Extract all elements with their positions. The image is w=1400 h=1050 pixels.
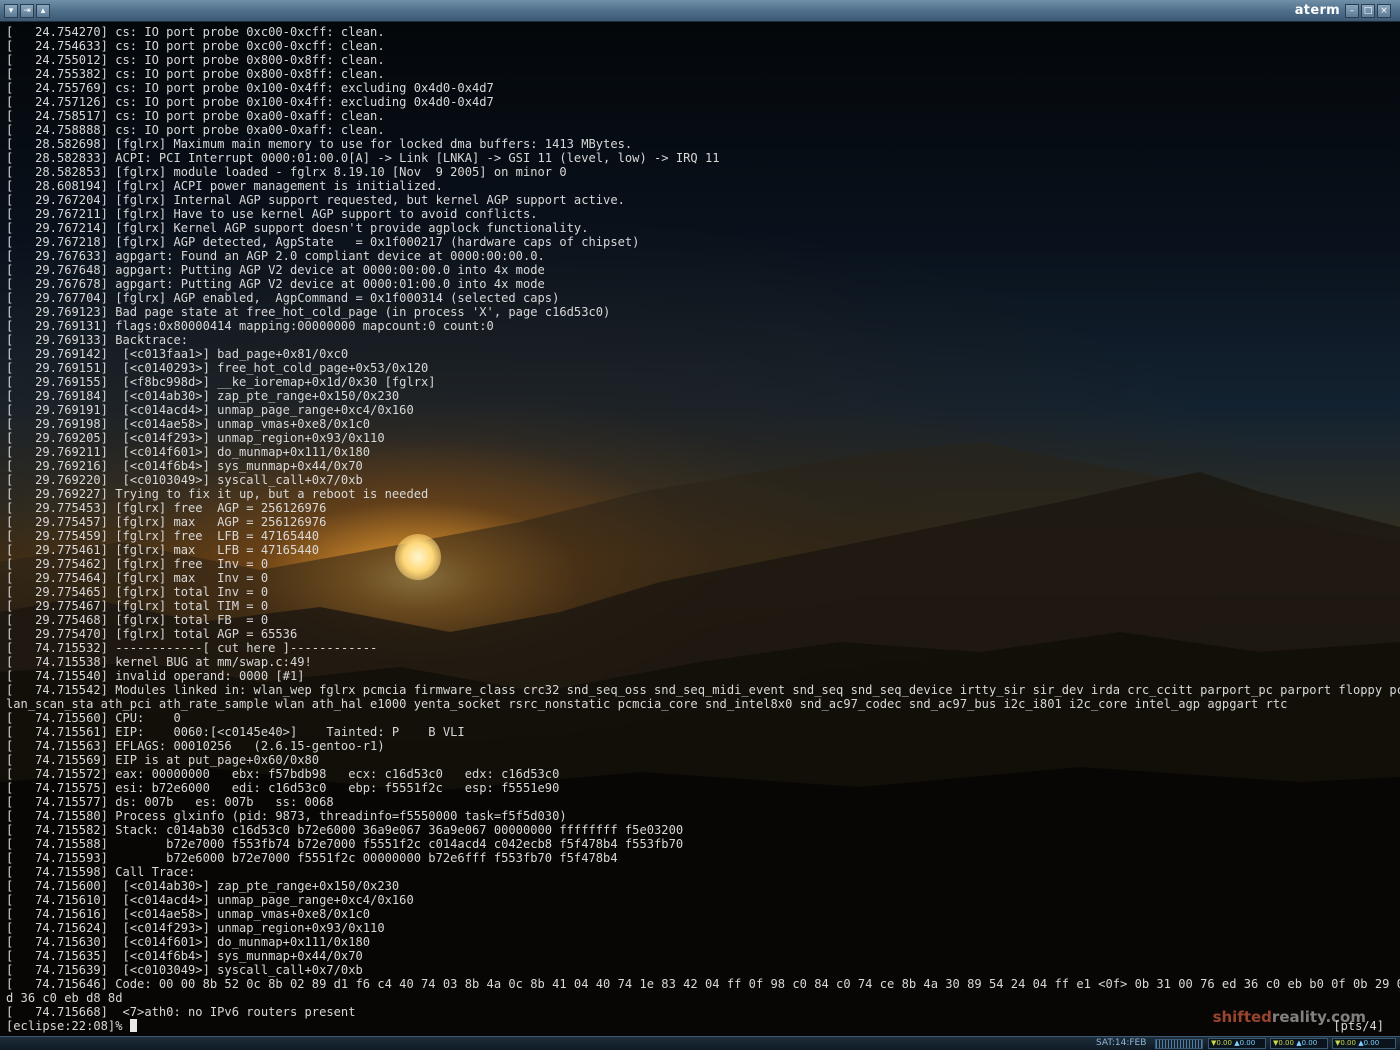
terminal-line: [ 74.715616] [<c014ae58>] unmap_vmas+0xe… — [6, 907, 371, 921]
terminal-line: [ 29.769220] [<c0103049>] syscall_call+0… — [6, 473, 363, 487]
terminal-line: [ 74.715635] [<c014f6b4>] sys_munmap+0x4… — [6, 949, 363, 963]
terminal-line: [ 74.715563] EFLAGS: 00010256 (2.6.15-ge… — [6, 739, 385, 753]
terminal-line: [ 29.767218] [fglrx] AGP detected, AgpSt… — [6, 235, 640, 249]
terminal-line: [ 29.767214] [fglrx] Kernel AGP support … — [6, 221, 589, 235]
terminal-line: [ 74.715668] <7>ath0: no IPv6 routers pr… — [6, 1005, 356, 1019]
net-meter-down: ▼0.00 — [1273, 1039, 1294, 1047]
terminal-output[interactable]: [ 24.754270] cs: IO port probe 0xc00-0xc… — [6, 25, 1400, 1033]
terminal-line: [ 29.767704] [fglrx] AGP enabled, AgpCom… — [6, 291, 560, 305]
terminal-line: [ 29.769151] [<c0140293>] free_hot_cold_… — [6, 361, 429, 375]
shell-prompt: [eclipse:22:08]% — [6, 1019, 130, 1033]
bottom-panel: SAT:14:FEB ▼0.00 ▲0.00 ▼0.00 ▲0.00 ▼0.00… — [0, 1036, 1400, 1050]
terminal-line: [ 29.775470] [fglrx] total AGP = 65536 — [6, 627, 298, 641]
terminal-line: [ 74.715598] Call Trace: — [6, 865, 196, 879]
terminal-line: [ 74.715593] b72e6000 b72e7000 f5551f2c … — [6, 851, 618, 865]
terminal-area[interactable]: [ 24.754270] cs: IO port probe 0xc00-0xc… — [0, 22, 1400, 1036]
terminal-line: d 36 c0 eb d8 8d — [6, 991, 123, 1005]
terminal-line: [ 74.715540] invalid operand: 0000 [#1] — [6, 669, 305, 683]
terminal-line: [ 29.769205] [<c014f293>] unmap_region+0… — [6, 431, 385, 445]
terminal-line: [ 74.715588] b72e7000 f553fb74 b72e7000 … — [6, 837, 684, 851]
terminal-line: [ 74.715582] Stack: c014ab30 c16d53c0 b7… — [6, 823, 684, 837]
terminal-line: [ 28.582853] [fglrx] module loaded - fgl… — [6, 165, 567, 179]
terminal-line: [ 29.775459] [fglrx] free LFB = 47165440 — [6, 529, 320, 543]
window-titlebar[interactable]: ▾ ⇥ ▴ aterm – □ × — [0, 0, 1400, 22]
terminal-line: [ 24.757126] cs: IO port probe 0x100-0x4… — [6, 95, 494, 109]
terminal-line: [ 74.715561] EIP: 0060:[<c0145e40>] Tain… — [6, 725, 465, 739]
terminal-line: [ 29.767204] [fglrx] Internal AGP suppor… — [6, 193, 625, 207]
window-menu-button[interactable]: ▾ — [4, 4, 18, 18]
window-title: aterm — [1294, 3, 1340, 18]
terminal-line: [ 24.754633] cs: IO port probe 0xc00-0xc… — [6, 39, 385, 53]
terminal-line: [ 24.755012] cs: IO port probe 0x800-0x8… — [6, 53, 385, 67]
terminal-line: [ 24.755769] cs: IO port probe 0x100-0x4… — [6, 81, 494, 95]
minimize-button[interactable]: – — [1345, 4, 1359, 18]
net-meter-3: ▼0.00 ▲0.00 — [1332, 1038, 1396, 1049]
terminal-line: [ 29.769155] [<f8bc998d>] __ke_ioremap+0… — [6, 375, 436, 389]
terminal-line: [ 29.767678] agpgart: Putting AGP V2 dev… — [6, 277, 545, 291]
terminal-line: [ 29.767648] agpgart: Putting AGP V2 dev… — [6, 263, 545, 277]
terminal-line: [ 29.775461] [fglrx] max LFB = 47165440 — [6, 543, 320, 557]
text-cursor — [129, 1019, 137, 1032]
net-meter-down: ▼0.00 — [1335, 1039, 1356, 1047]
terminal-line: [ 74.715538] kernel BUG at mm/swap.c:49! — [6, 655, 312, 669]
terminal-line: [ 29.775464] [fglrx] max Inv = 0 — [6, 571, 269, 585]
terminal-line: [ 29.769216] [<c014f6b4>] sys_munmap+0x4… — [6, 459, 363, 473]
terminal-line: [ 74.715572] eax: 00000000 ebx: f57bdb98… — [6, 767, 560, 781]
terminal-line: [ 28.608194] [fglrx] ACPI power manageme… — [6, 179, 443, 193]
terminal-line: [ 24.758517] cs: IO port probe 0xa00-0xa… — [6, 109, 385, 123]
terminal-line: [ 74.715646] Code: 00 00 8b 52 0c 8b 02 … — [6, 977, 1400, 991]
terminal-line: [ 29.769142] [<c013faa1>] bad_page+0x81/… — [6, 347, 349, 361]
terminal-line: [ 74.715577] ds: 007b es: 007b ss: 0068 — [6, 795, 334, 809]
terminal-line: [ 29.769211] [<c014f601>] do_munmap+0x11… — [6, 445, 371, 459]
terminal-line: [ 74.715580] Process glxinfo (pid: 9873,… — [6, 809, 567, 823]
terminal-line: [ 29.767633] agpgart: Found an AGP 2.0 c… — [6, 249, 545, 263]
net-meter-2: ▼0.00 ▲0.00 — [1270, 1038, 1328, 1049]
terminal-line: [ 29.769191] [<c014acd4>] unmap_page_ran… — [6, 403, 414, 417]
window-raise-button[interactable]: ▴ — [36, 4, 50, 18]
terminal-line: [ 29.775453] [fglrx] free AGP = 25612697… — [6, 501, 327, 515]
terminal-line: [ 29.769198] [<c014ae58>] unmap_vmas+0xe… — [6, 417, 371, 431]
terminal-line: [ 74.715600] [<c014ab30>] zap_pte_range+… — [6, 879, 400, 893]
tty-label: [pts/4] — [1333, 1019, 1384, 1033]
terminal-line: [ 29.769131] flags:0x80000414 mapping:00… — [6, 319, 494, 333]
terminal-line: [ 74.715569] EIP is at put_page+0x60/0x8… — [6, 753, 320, 767]
terminal-line: [ 24.755382] cs: IO port probe 0x800-0x8… — [6, 67, 385, 81]
net-meter-down: ▼0.00 — [1211, 1039, 1232, 1047]
terminal-line: [ 29.769227] Trying to fix it up, but a … — [6, 487, 429, 501]
terminal-line: [ 74.715560] CPU: 0 — [6, 711, 181, 725]
net-meter-up: ▲0.00 — [1358, 1039, 1380, 1047]
terminal-line: [ 74.715542] Modules linked in: wlan_wep… — [6, 683, 1400, 697]
net-meter-1: ▼0.00 ▲0.00 — [1208, 1038, 1266, 1049]
terminal-line: [ 29.769184] [<c014ab30>] zap_pte_range+… — [6, 389, 400, 403]
terminal-line: [ 74.715624] [<c014f293>] unmap_region+0… — [6, 921, 385, 935]
terminal-line: [ 74.715630] [<c014f601>] do_munmap+0x11… — [6, 935, 371, 949]
terminal-line: [ 29.769133] Backtrace: — [6, 333, 189, 347]
terminal-line: [ 29.775468] [fglrx] total FB = 0 — [6, 613, 269, 627]
terminal-line: [ 74.715610] [<c014acd4>] unmap_page_ran… — [6, 893, 414, 907]
watermark-part1: shifted — [1212, 1008, 1272, 1026]
net-meter-up: ▲0.00 — [1296, 1039, 1318, 1047]
terminal-line: [ 74.715532] ------------[ cut here ]---… — [6, 641, 378, 655]
terminal-line: [ 29.775457] [fglrx] max AGP = 256126976 — [6, 515, 327, 529]
terminal-line: [ 29.767211] [fglrx] Have to use kernel … — [6, 207, 538, 221]
close-button[interactable]: × — [1377, 4, 1391, 18]
shell-prompt-line[interactable]: [eclipse:22:08]% — [6, 1019, 1400, 1033]
net-meter-up: ▲0.00 — [1234, 1039, 1256, 1047]
terminal-line: [ 24.754270] cs: IO port probe 0xc00-0xc… — [6, 25, 385, 39]
terminal-line: [ 29.775462] [fglrx] free Inv = 0 — [6, 557, 269, 571]
terminal-line: [ 29.775467] [fglrx] total TIM = 0 — [6, 599, 269, 613]
terminal-line: [ 29.775465] [fglrx] total Inv = 0 — [6, 585, 269, 599]
cpu-graph — [1155, 1039, 1203, 1049]
terminal-line: [ 74.715639] [<c0103049>] syscall_call+0… — [6, 963, 363, 977]
terminal-line: [ 24.758888] cs: IO port probe 0xa00-0xa… — [6, 123, 385, 137]
terminal-line: [ 28.582698] [fglrx] Maximum main memory… — [6, 137, 633, 151]
window-shade-button[interactable]: ⇥ — [20, 4, 34, 18]
terminal-line: [ 28.582833] ACPI: PCI Interrupt 0000:01… — [6, 151, 720, 165]
terminal-line: [ 74.715575] esi: b72e6000 edi: c16d53c0… — [6, 781, 560, 795]
terminal-line: [ 29.769123] Bad page state at free_hot_… — [6, 305, 611, 319]
maximize-button[interactable]: □ — [1361, 4, 1375, 18]
terminal-line: lan_scan_sta ath_pci ath_rate_sample wla… — [6, 697, 1288, 711]
date-clock[interactable]: SAT:14:FEB — [1096, 1037, 1146, 1050]
